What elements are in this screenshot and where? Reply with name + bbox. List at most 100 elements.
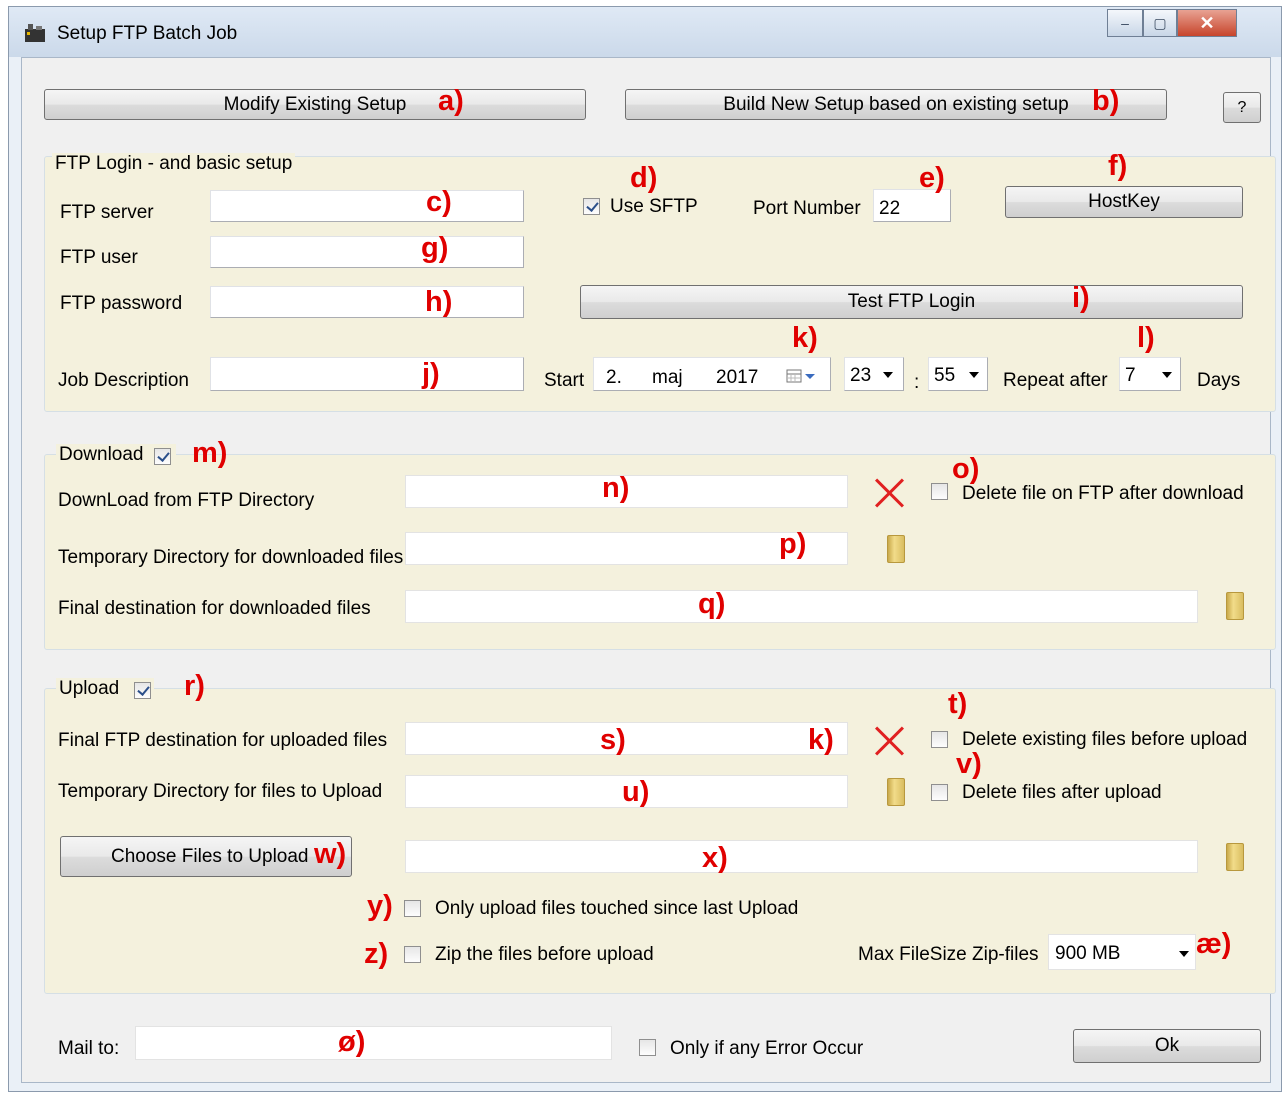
ftp-server-input[interactable] <box>210 190 524 222</box>
annotation-v: v) <box>956 748 982 780</box>
job-description-label: Job Description <box>58 370 189 391</box>
max-filesize-dropdown-arrow-icon <box>1179 951 1189 957</box>
max-filesize-label: Max FileSize Zip-files <box>858 944 1039 965</box>
help-button[interactable]: ? <box>1223 92 1261 123</box>
ok-button[interactable]: Ok <box>1073 1029 1261 1063</box>
start-day: 2. <box>606 367 622 388</box>
test-ftp-login-button[interactable]: Test FTP Login <box>580 285 1243 319</box>
minimize-button[interactable]: – <box>1107 9 1143 37</box>
app-icon <box>25 24 45 42</box>
upload-ftp-dest-label: Final FTP destination for uploaded files <box>58 730 388 751</box>
modify-existing-setup-button[interactable]: Modify Existing Setup <box>44 89 586 120</box>
browse-upload-temp-folder-icon[interactable] <box>887 778 905 806</box>
annotation-p: p) <box>779 528 807 560</box>
delete-on-ftp-after-download-checkbox[interactable] <box>931 483 948 500</box>
delete-existing-before-upload-checkbox[interactable] <box>931 731 948 748</box>
annotation-s: s) <box>600 724 626 756</box>
browse-upload-files-folder-icon[interactable] <box>1226 843 1244 871</box>
max-filesize-select[interactable]: 900 MB <box>1048 934 1196 970</box>
use-sftp-checkbox[interactable] <box>583 198 600 215</box>
clear-upload-dest-icon[interactable] <box>872 724 906 758</box>
zip-before-upload-label: Zip the files before upload <box>435 944 654 965</box>
days-label: Days <box>1197 370 1241 391</box>
annotation-f: f) <box>1108 150 1128 182</box>
ftp-login-group-title: FTP Login - and basic setup <box>52 153 296 175</box>
annotation-l: l) <box>1137 322 1155 354</box>
max-filesize-value: 900 MB <box>1055 943 1121 964</box>
annotation-u: u) <box>622 776 650 808</box>
ftp-server-label: FTP server <box>60 202 154 223</box>
annotation-k-second: k) <box>808 724 834 756</box>
ftp-password-input[interactable] <box>210 286 524 318</box>
clear-download-dir-icon[interactable] <box>872 476 906 510</box>
annotation-a: a) <box>438 85 464 117</box>
mail-to-input[interactable] <box>135 1026 612 1060</box>
zip-before-upload-checkbox[interactable] <box>404 946 421 963</box>
annotation-o: o) <box>952 453 980 485</box>
title-bar[interactable]: Setup FTP Batch Job – ▢ ✕ <box>9 7 1281 57</box>
annotation-e: e) <box>919 162 945 194</box>
build-new-setup-button[interactable]: Build New Setup based on existing setup <box>625 89 1167 120</box>
download-from-dir-label: DownLoad from FTP Directory <box>58 490 315 511</box>
mail-to-label: Mail to: <box>58 1038 120 1059</box>
browse-download-temp-folder-icon[interactable] <box>887 535 905 563</box>
choose-files-to-upload-button[interactable]: Choose Files to Upload <box>60 836 352 877</box>
upload-enabled-checkbox[interactable] <box>134 682 151 699</box>
download-temp-dir-label: Temporary Directory for downloaded files <box>58 547 404 568</box>
annotation-j: j) <box>422 358 440 390</box>
annotation-t: t) <box>948 688 968 720</box>
delete-files-after-upload-checkbox[interactable] <box>931 784 948 801</box>
annotation-q: q) <box>698 588 726 620</box>
start-label: Start <box>544 370 585 391</box>
minute-value: 55 <box>934 365 956 386</box>
annotation-x: x) <box>702 842 728 874</box>
annotation-c: c) <box>426 186 452 218</box>
hour-value: 23 <box>850 365 872 386</box>
annotation-r: r) <box>184 670 205 702</box>
hour-select[interactable]: 23 <box>844 357 904 391</box>
use-sftp-label: Use SFTP <box>610 196 698 217</box>
upload-files-input[interactable] <box>405 840 1198 873</box>
upload-ftp-dest-input[interactable] <box>405 722 848 755</box>
hour-dropdown-arrow-icon <box>883 372 893 378</box>
window-title: Setup FTP Batch Job <box>57 23 238 44</box>
annotation-ae: æ) <box>1196 928 1232 960</box>
annotation-oe: ø) <box>338 1026 366 1058</box>
annotation-b: b) <box>1092 85 1120 117</box>
setup-ftp-window: Setup FTP Batch Job – ▢ ✕ Modify Existin… <box>8 6 1282 1092</box>
annotation-y: y) <box>367 890 393 922</box>
only-if-error-label: Only if any Error Occur <box>670 1038 864 1059</box>
ftp-password-label: FTP password <box>60 293 183 314</box>
only-if-error-checkbox[interactable] <box>639 1039 656 1056</box>
start-date-picker[interactable]: 2. maj 2017 <box>593 357 831 391</box>
download-final-dir-input[interactable] <box>405 590 1198 623</box>
repeat-dropdown-arrow-icon <box>1162 372 1172 378</box>
calendar-dropdown-icon[interactable] <box>786 368 820 384</box>
start-year: 2017 <box>716 367 759 388</box>
annotation-i: i) <box>1072 282 1090 314</box>
time-separator: : <box>914 372 920 393</box>
delete-on-ftp-after-download-label: Delete file on FTP after download <box>962 483 1244 504</box>
annotation-d: d) <box>630 162 658 194</box>
dialog-client-area: Modify Existing Setup a) Build New Setup… <box>21 57 1276 1083</box>
annotation-z: z) <box>364 938 389 970</box>
annotation-m: m) <box>192 437 228 469</box>
upload-temp-dir-label: Temporary Directory for files to Upload <box>58 781 383 802</box>
download-final-dir-label: Final destination for downloaded files <box>58 598 371 619</box>
maximize-button[interactable]: ▢ <box>1143 9 1177 37</box>
only-touched-since-last-upload-checkbox[interactable] <box>404 900 421 917</box>
repeat-days-select[interactable]: 7 <box>1119 357 1181 391</box>
job-description-input[interactable] <box>210 357 524 391</box>
browse-download-final-folder-icon[interactable] <box>1226 592 1244 620</box>
ftp-user-input[interactable] <box>210 236 524 268</box>
download-enabled-checkbox[interactable] <box>154 448 171 465</box>
minute-select[interactable]: 55 <box>928 357 988 391</box>
delete-files-after-upload-label: Delete files after upload <box>962 782 1162 803</box>
ftp-user-label: FTP user <box>60 247 138 268</box>
annotation-w: w) <box>314 838 347 870</box>
repeat-after-label: Repeat after <box>1003 370 1108 391</box>
close-button[interactable]: ✕ <box>1177 9 1237 37</box>
annotation-n: n) <box>602 472 630 504</box>
delete-existing-before-upload-label: Delete existing files before upload <box>962 729 1248 750</box>
hostkey-button[interactable]: HostKey <box>1005 186 1243 218</box>
